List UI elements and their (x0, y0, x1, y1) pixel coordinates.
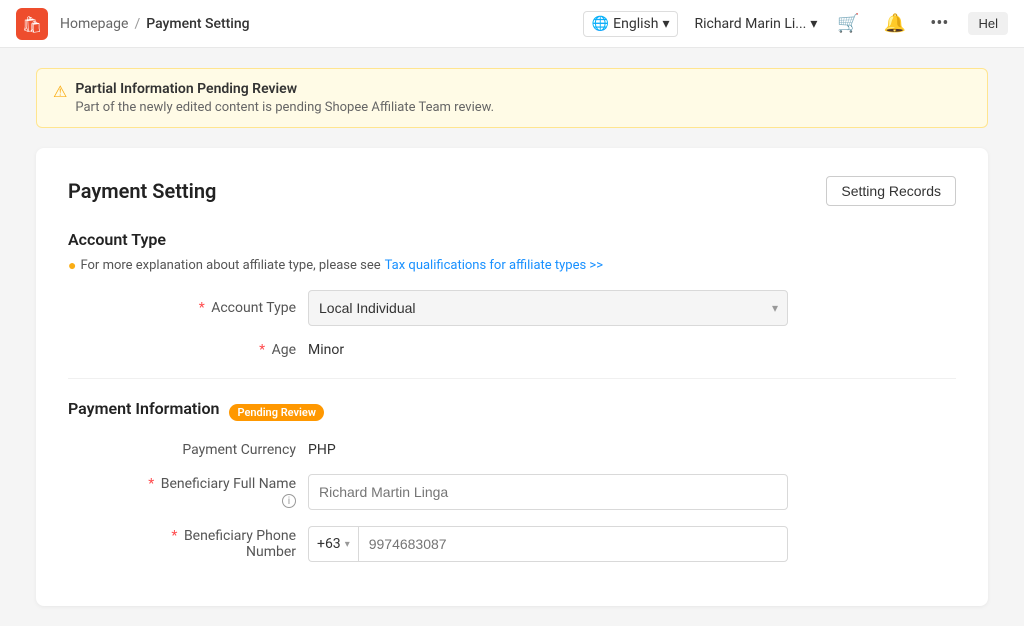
payment-currency-label: Payment Currency (128, 442, 308, 458)
account-type-hint: ● For more explanation about affiliate t… (68, 257, 956, 274)
header: 🛍 Homepage / Payment Setting 🌐 English ▾… (0, 0, 1024, 48)
svg-text:🛍: 🛍 (22, 15, 42, 34)
tax-qualifications-link[interactable]: Tax qualifications for affiliate types >… (385, 258, 603, 273)
phone-country-selector[interactable]: +63 ▾ (308, 526, 358, 562)
beneficiary-phone-label: * Beneficiary Phone Number (128, 528, 308, 560)
account-type-field: * Account Type Local Individual ▾ (68, 290, 956, 326)
card-header: Payment Setting Setting Records (68, 176, 956, 206)
beneficiary-name-input[interactable] (308, 474, 788, 510)
main-content: ⚠ Partial Information Pending Review Par… (12, 48, 1012, 626)
pending-review-badge: Pending Review (229, 404, 323, 421)
account-type-select[interactable]: Local Individual (308, 290, 788, 326)
payment-info-section-title: Payment Information (68, 399, 219, 418)
payment-info-header: Payment Information Pending Review (68, 399, 956, 426)
age-label: * Age (128, 342, 308, 358)
account-type-section-title: Account Type (68, 230, 956, 249)
globe-icon: 🌐 (592, 16, 609, 32)
user-name: Richard Marin Li... (694, 16, 806, 32)
language-label: English (613, 16, 658, 32)
account-type-section: Account Type ● For more explanation abou… (68, 230, 956, 358)
phone-number-input[interactable] (358, 526, 788, 562)
logo: 🛍 (16, 8, 48, 40)
phone-input-wrapper: +63 ▾ (308, 526, 788, 562)
setting-records-button[interactable]: Setting Records (826, 176, 956, 206)
beneficiary-name-field: * Beneficiary Full Name i (68, 474, 956, 510)
beneficiary-phone-field: * Beneficiary Phone Number +63 ▾ (68, 526, 956, 562)
notification-icon[interactable]: 🔔 (880, 9, 910, 38)
chevron-down-icon: ▾ (810, 16, 817, 32)
account-type-select-wrapper: Local Individual ▾ (308, 290, 788, 326)
phone-country-arrow-icon: ▾ (345, 539, 350, 550)
beneficiary-name-label: * Beneficiary Full Name i (128, 476, 308, 509)
breadcrumb-current: Payment Setting (146, 16, 249, 32)
info-tooltip-icon[interactable]: i (282, 494, 296, 508)
age-field: * Age Minor (68, 342, 956, 358)
alert-subtitle: Part of the newly edited content is pend… (75, 100, 494, 115)
alert-content: Partial Information Pending Review Part … (75, 81, 494, 115)
help-button[interactable]: Hel (968, 12, 1008, 35)
phone-country-code: +63 (317, 536, 341, 552)
page-title: Payment Setting (68, 179, 216, 203)
required-indicator: * (148, 476, 154, 492)
header-right: 🌐 English ▾ Richard Marin Li... ▾ 🛒 🔔 ••… (583, 9, 1008, 38)
required-indicator: * (171, 528, 177, 544)
breadcrumb-home[interactable]: Homepage (60, 16, 128, 32)
warning-icon: ⚠ (53, 82, 67, 101)
payment-setting-card: Payment Setting Setting Records Account … (36, 148, 988, 606)
shop-icon[interactable]: 🛒 (833, 9, 863, 38)
hint-text: For more explanation about affiliate typ… (80, 258, 380, 273)
section-divider (68, 378, 956, 379)
alert-title: Partial Information Pending Review (75, 81, 494, 97)
payment-currency-field: Payment Currency PHP (68, 442, 956, 458)
age-value: Minor (308, 342, 344, 358)
payment-currency-value: PHP (308, 442, 336, 458)
payment-info-section: Payment Information Pending Review Payme… (68, 399, 956, 562)
required-indicator: * (259, 342, 265, 358)
info-icon: ● (68, 257, 76, 274)
breadcrumb: Homepage / Payment Setting (60, 16, 583, 32)
required-indicator: * (199, 300, 205, 316)
user-menu[interactable]: Richard Marin Li... ▾ (694, 16, 817, 32)
chevron-down-icon: ▾ (662, 16, 669, 32)
alert-banner: ⚠ Partial Information Pending Review Par… (36, 68, 988, 128)
account-type-label: * Account Type (128, 300, 308, 316)
language-selector[interactable]: 🌐 English ▾ (583, 11, 679, 37)
breadcrumb-separator: / (134, 16, 140, 32)
more-icon[interactable]: ••• (926, 9, 952, 38)
